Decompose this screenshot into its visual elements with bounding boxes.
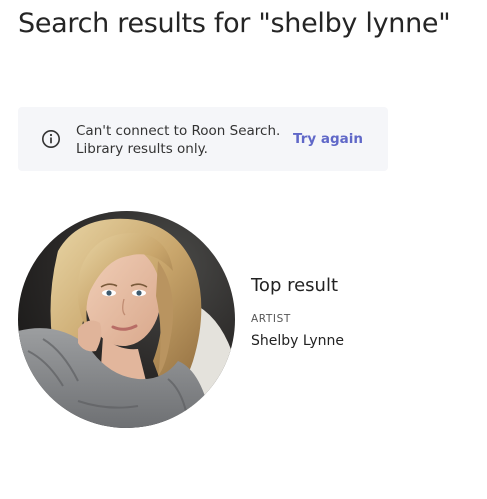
notice-line-2: Library results only. — [76, 141, 208, 157]
info-icon — [42, 130, 60, 148]
top-result-heading: Top result — [251, 275, 339, 296]
notice-message: Can't connect to Roon Search. Library re… — [76, 122, 280, 158]
artist-name-link[interactable]: Shelby Lynne — [251, 333, 344, 349]
result-type-label: ARTIST — [251, 313, 291, 325]
try-again-button[interactable]: Try again — [293, 131, 363, 147]
artist-photo — [18, 211, 235, 428]
page-title: Search results for "shelby lynne" — [18, 8, 451, 39]
notice-line-1: Can't connect to Roon Search. — [76, 123, 281, 139]
top-result-section: Top result ARTIST Shelby Lynne — [251, 275, 344, 349]
connection-notice: Can't connect to Roon Search. Library re… — [18, 107, 388, 171]
search-results-page: Search results for "shelby lynne" Can't … — [0, 0, 487, 499]
artist-image[interactable] — [18, 211, 235, 428]
